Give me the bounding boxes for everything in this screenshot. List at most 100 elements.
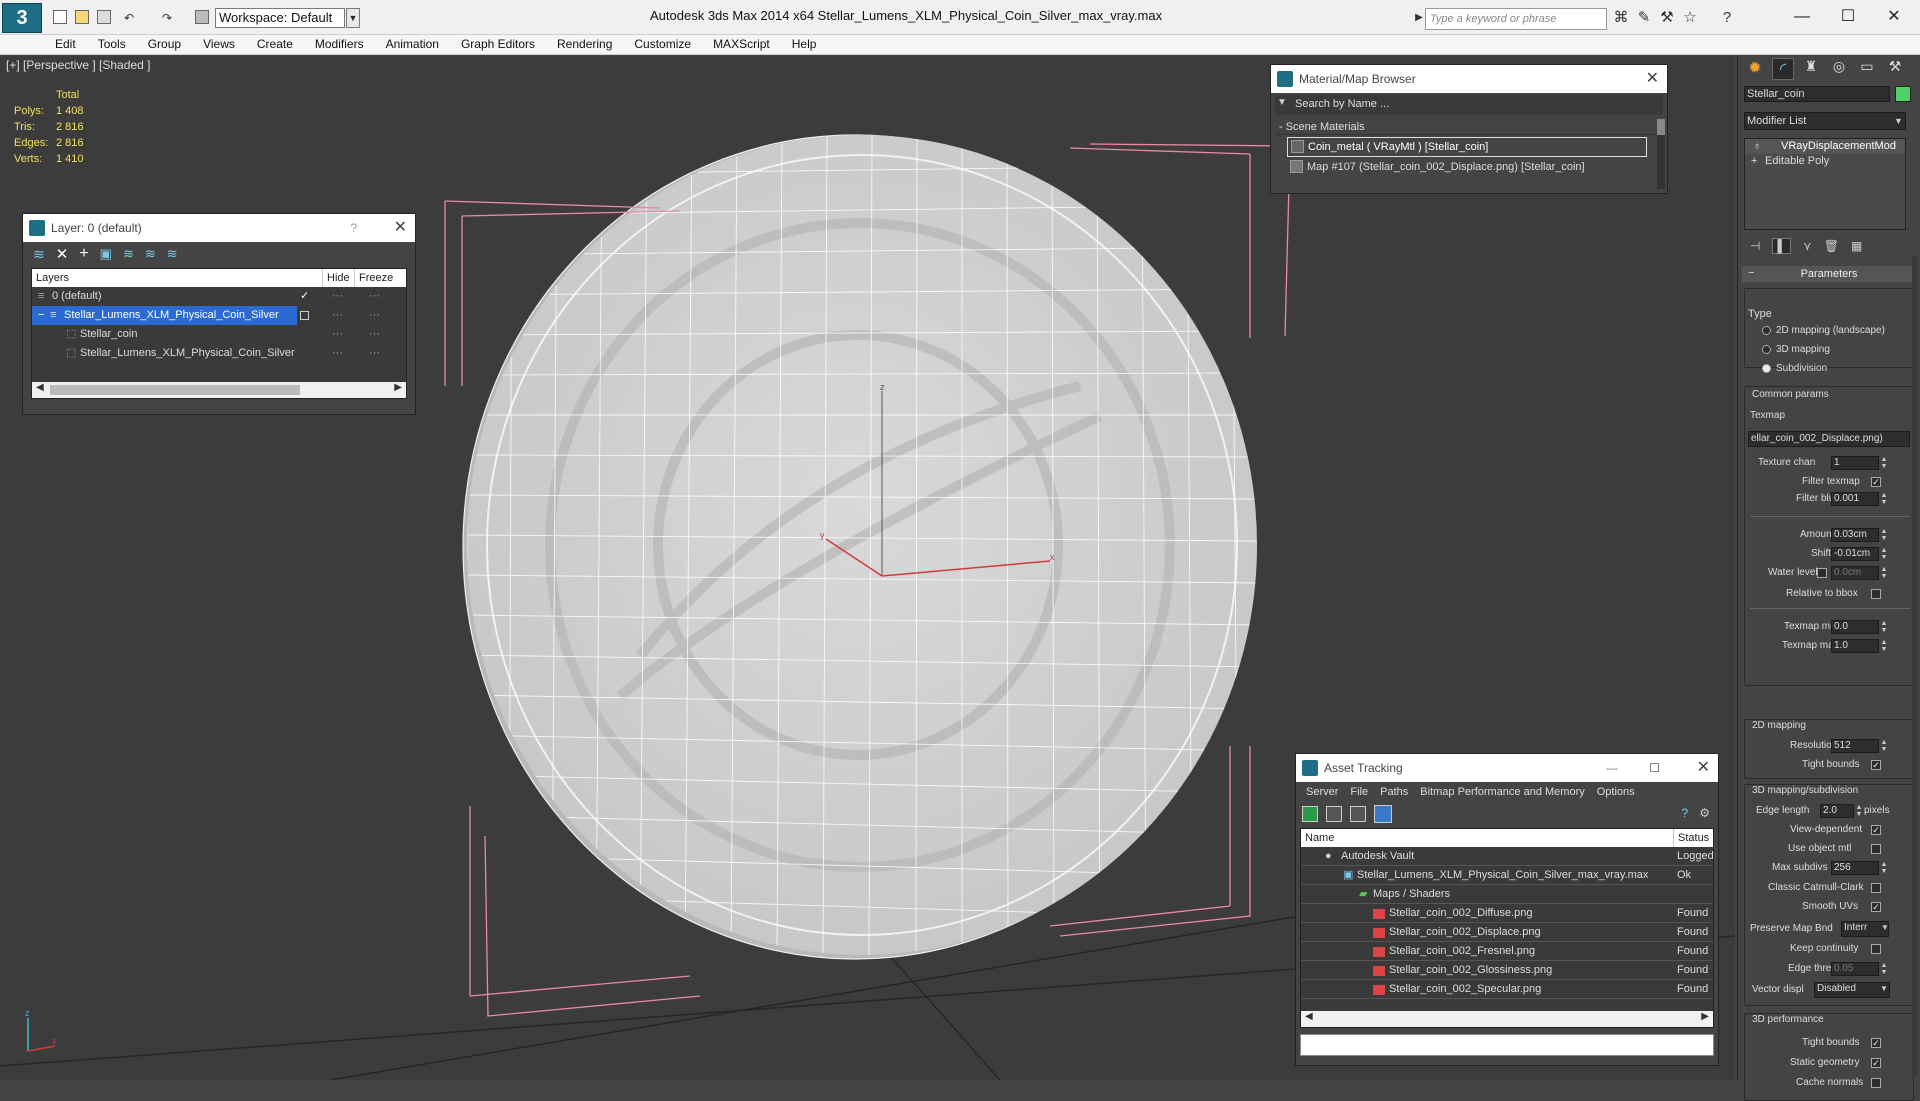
hide-all-icon[interactable]: ≋: [145, 246, 156, 262]
make-unique-icon[interactable]: ⋎: [1803, 239, 1812, 253]
table-view-icon[interactable]: [1374, 805, 1392, 823]
menu-maxscript[interactable]: MAXScript: [702, 35, 781, 54]
configure-sets-icon[interactable]: ▦: [1851, 239, 1862, 253]
current-layer-check-icon[interactable]: ✓: [300, 287, 309, 306]
menu-paths[interactable]: Paths: [1374, 783, 1414, 802]
modify-tab-icon[interactable]: ◜: [1772, 58, 1794, 80]
spinner-arrows-icon[interactable]: ▲ ▼: [1880, 620, 1888, 634]
menu-tools[interactable]: Tools: [87, 35, 137, 54]
asset-row-diffuse[interactable]: Stellar_coin_002_Diffuse.png Found: [1301, 904, 1713, 923]
spinner-arrows-icon[interactable]: ▲ ▼: [1880, 528, 1888, 542]
hierarchy-tab-icon[interactable]: ♜: [1800, 58, 1822, 80]
menu-modifiers[interactable]: Modifiers: [304, 35, 375, 54]
menu-graph-editors[interactable]: Graph Editors: [450, 35, 546, 54]
highlight-layer-icon[interactable]: ≋: [123, 246, 134, 262]
favorites-icon[interactable]: ☆: [1681, 9, 1699, 27]
undo-icon[interactable]: ↶: [120, 9, 138, 27]
chevron-down-icon[interactable]: ▼: [346, 8, 360, 28]
smooth-uvs-checkbox[interactable]: ✓: [1871, 902, 1881, 912]
tree-view-icon[interactable]: [1350, 806, 1366, 822]
add-to-layer-icon[interactable]: +: [79, 245, 88, 263]
hide-toggle[interactable]: ⋯: [332, 344, 343, 363]
scrollbar-thumb[interactable]: [1657, 119, 1665, 135]
menu-group[interactable]: Group: [137, 35, 192, 54]
redo-icon[interactable]: ↷: [158, 9, 176, 27]
chevron-down-icon[interactable]: ▼: [1881, 923, 1889, 932]
minimize-icon[interactable]: —: [1606, 754, 1618, 782]
select-objects-icon[interactable]: ▣: [100, 246, 112, 262]
material-browser-title-bar[interactable]: Material/Map Browser ✕: [1271, 65, 1667, 93]
use-object-mtl-checkbox[interactable]: [1871, 844, 1881, 854]
freeze-toggle[interactable]: ⋯: [369, 287, 380, 306]
layer-row-default[interactable]: ≡ 0 (default) ✓ ⋯ ⋯: [32, 287, 406, 306]
spinner-arrows-icon[interactable]: ▲ ▼: [1880, 739, 1888, 753]
menu-options[interactable]: Options: [1591, 783, 1641, 802]
material-item-coin-metal[interactable]: Coin_metal ( VRayMtl ) [Stellar_coin]: [1287, 137, 1647, 157]
spinner-arrows-icon[interactable]: ▲ ▼: [1880, 566, 1888, 580]
scroll-right-icon[interactable]: ▶: [1701, 1011, 1709, 1022]
asset-row-displace[interactable]: Stellar_coin_002_Displace.png Found: [1301, 923, 1713, 942]
search-options-icon[interactable]: ▼: [1277, 97, 1287, 108]
refresh-icon[interactable]: [1302, 806, 1318, 822]
close-icon[interactable]: ✕: [1697, 754, 1710, 782]
maximize-icon[interactable]: ☐: [1649, 754, 1660, 782]
remove-modifier-icon[interactable]: 🗑: [1824, 239, 1839, 253]
collapse-icon[interactable]: −: [38, 306, 44, 325]
static-geometry-checkbox[interactable]: ✓: [1871, 1058, 1881, 1068]
spinner-arrows-icon[interactable]: ▲ ▼: [1880, 861, 1888, 875]
menu-file[interactable]: File: [1344, 783, 1374, 802]
asset-path-field[interactable]: [1300, 1034, 1714, 1056]
relative-bbox-checkbox[interactable]: [1871, 589, 1881, 599]
show-end-result-icon[interactable]: ▌: [1772, 238, 1791, 254]
texmap-min-spinner[interactable]: 0.0: [1831, 620, 1879, 634]
scroll-left-icon[interactable]: ◀: [36, 382, 44, 393]
menu-edit[interactable]: Edit: [44, 35, 87, 54]
menu-animation[interactable]: Animation: [375, 35, 450, 54]
keep-continuity-checkbox[interactable]: [1871, 944, 1881, 954]
spinner-arrows-icon[interactable]: ▲ ▼: [1880, 456, 1888, 470]
collapse-icon[interactable]: −: [1748, 267, 1754, 279]
scrollbar-thumb[interactable]: [50, 385, 300, 395]
vault-login-icon[interactable]: ⚙: [1699, 806, 1710, 820]
filter-texmap-checkbox[interactable]: ✓: [1871, 477, 1881, 487]
utilities-tab-icon[interactable]: ⚒: [1884, 58, 1906, 80]
command-panel-scrollbar[interactable]: [1912, 256, 1918, 1076]
help-icon[interactable]: ?: [350, 214, 357, 242]
spinner-arrows-icon[interactable]: ▲ ▼: [1880, 492, 1888, 506]
tight-bounds-checkbox[interactable]: ✓: [1871, 760, 1881, 770]
app-logo-icon[interactable]: 3: [2, 3, 42, 33]
water-level-spinner[interactable]: 0.0cm: [1831, 566, 1879, 580]
project-folder-icon[interactable]: [195, 10, 209, 24]
layer-row-coin-silver[interactable]: − ≡ Stellar_Lumens_XLM_Physical_Coin_Sil…: [32, 306, 406, 325]
object-color-swatch[interactable]: [1895, 86, 1911, 102]
motion-tab-icon[interactable]: ◎: [1828, 58, 1850, 80]
edge-length-spinner[interactable]: 2.0: [1820, 804, 1854, 818]
horizontal-scrollbar[interactable]: ◀ ▶: [1301, 1011, 1713, 1027]
radio-subdivision[interactable]: [1762, 364, 1771, 373]
communication-icon[interactable]: ⚒: [1658, 9, 1676, 27]
chevron-down-icon[interactable]: ▼: [1894, 113, 1906, 129]
spinner-arrows-icon[interactable]: ▲ ▼: [1880, 547, 1888, 561]
freeze-toggle[interactable]: ⋯: [369, 306, 380, 325]
minimize-icon[interactable]: —: [1782, 4, 1822, 30]
maximize-icon[interactable]: ☐: [1828, 4, 1868, 30]
classic-catmull-clark-checkbox[interactable]: [1871, 883, 1881, 893]
stack-item-vray-displacement[interactable]: ♁ VRayDisplacementMod: [1745, 139, 1905, 154]
menu-create[interactable]: Create: [246, 35, 304, 54]
delete-layer-icon[interactable]: ✕: [56, 245, 69, 263]
radio-2d-mapping[interactable]: [1762, 326, 1771, 335]
parameters-rollout-header[interactable]: Parameters: [1742, 266, 1916, 282]
radio-3d-mapping[interactable]: [1762, 345, 1771, 354]
help-icon[interactable]: ?: [1681, 806, 1688, 820]
menu-help[interactable]: Help: [781, 35, 828, 54]
texmap-button[interactable]: ellar_coin_002_Displace.png): [1748, 431, 1910, 447]
close-icon[interactable]: ✕: [1874, 4, 1914, 30]
scroll-right-icon[interactable]: ▶: [394, 382, 402, 393]
asset-row-fresnel[interactable]: Stellar_coin_002_Fresnel.png Found: [1301, 942, 1713, 961]
asset-row-maps-shaders[interactable]: ▰ Maps / Shaders: [1301, 885, 1713, 904]
horizontal-scrollbar[interactable]: ◀ ▶: [32, 382, 406, 398]
edge-thresh-spinner[interactable]: 0.05: [1831, 962, 1879, 976]
list-view-icon[interactable]: [1326, 806, 1342, 822]
column-layers[interactable]: Layers: [36, 272, 69, 284]
search-input[interactable]: Type a keyword or phrase: [1425, 8, 1607, 30]
